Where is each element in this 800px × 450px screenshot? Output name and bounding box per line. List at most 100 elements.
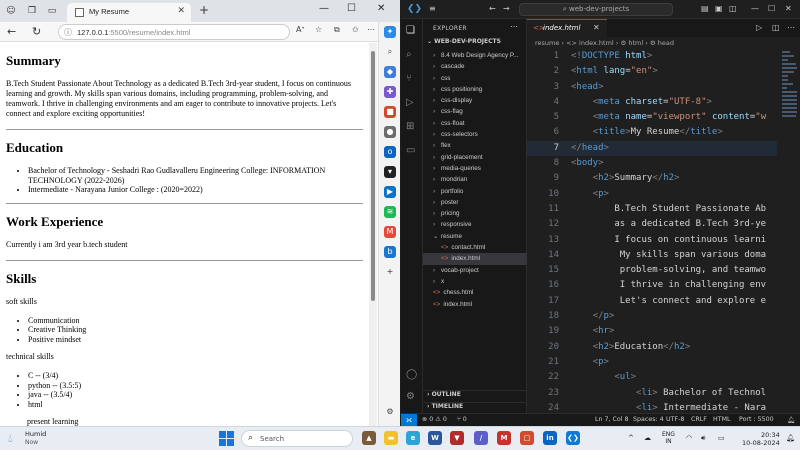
mcafee-icon[interactable]: M bbox=[497, 431, 511, 445]
tree-folder[interactable]: › css-float bbox=[423, 118, 527, 129]
workspaces-icon[interactable]: ❐ bbox=[26, 5, 38, 17]
timeline-section[interactable]: › TIMELINE bbox=[423, 402, 527, 413]
code-editor[interactable]: 1 <!DOCTYPE html> 2 <html lang="en"> 3 <hea… bbox=[527, 49, 777, 413]
drop-icon[interactable]: ▾ bbox=[384, 166, 396, 178]
new-tab-button[interactable]: + bbox=[199, 3, 209, 17]
language-mode[interactable]: HTML bbox=[713, 416, 731, 423]
close-window-icon[interactable]: ✕ bbox=[377, 3, 385, 14]
tree-file[interactable]: <> contact.html bbox=[423, 242, 527, 253]
file-explorer-icon[interactable]: ▬ bbox=[384, 431, 398, 445]
edge-browser-icon[interactable]: e bbox=[406, 431, 420, 445]
notifications-bell-icon[interactable]: 🔔︎ bbox=[786, 434, 795, 442]
tree-folder[interactable]: › responsive bbox=[423, 219, 527, 230]
tree-folder[interactable]: › cascade bbox=[423, 61, 527, 72]
minimize-icon[interactable]: — bbox=[751, 4, 759, 13]
run-icon[interactable]: ▷ bbox=[756, 23, 762, 32]
tree-folder[interactable]: › css-flag bbox=[423, 106, 527, 117]
maximize-icon[interactable]: ☐ bbox=[768, 4, 775, 13]
refresh-icon[interactable]: ↻ bbox=[32, 25, 41, 38]
shopping-icon[interactable]: ◆ bbox=[384, 66, 396, 78]
feedback-icon[interactable]: ▶ bbox=[384, 186, 396, 198]
games-icon[interactable]: ● bbox=[384, 126, 396, 138]
close-tab-icon[interactable]: ✕ bbox=[593, 23, 600, 32]
tree-folder[interactable]: › css-selectors bbox=[423, 129, 527, 140]
breadcrumb[interactable]: resume › <> index.html › ⚙ html › ⚙ head bbox=[535, 39, 674, 47]
outline-section[interactable]: › OUTLINE bbox=[423, 390, 527, 401]
add-app-icon[interactable]: + bbox=[384, 266, 396, 278]
tree-file[interactable]: <> index.html bbox=[423, 299, 527, 310]
manage-gear-icon[interactable]: ⚙ bbox=[406, 391, 415, 402]
minimap[interactable] bbox=[779, 49, 800, 413]
cursor-position[interactable]: Ln 7, Col 8 bbox=[595, 416, 629, 423]
tools-icon[interactable]: ✚ bbox=[384, 86, 396, 98]
tree-file[interactable]: <> chess.html bbox=[423, 287, 527, 298]
tree-folder-open[interactable]: ⌄ resume bbox=[423, 231, 527, 242]
tree-file-selected[interactable]: <> index.html bbox=[423, 253, 527, 265]
scrollbar-thumb[interactable] bbox=[371, 51, 375, 301]
input-language[interactable]: ENG IN bbox=[662, 431, 675, 445]
onedrive-icon[interactable]: ☁ bbox=[644, 434, 651, 442]
volume-icon[interactable]: 🔊︎ bbox=[701, 434, 705, 443]
vscode-taskbar-icon[interactable]: ❮❯ bbox=[566, 431, 580, 445]
tree-folder[interactable]: › mondrian bbox=[423, 174, 527, 185]
taskbar-search[interactable]: ⌕ Search bbox=[241, 430, 353, 447]
copilot-icon[interactable]: ✦ bbox=[384, 26, 396, 38]
word-icon[interactable]: W bbox=[428, 431, 442, 445]
remote-explorer-icon[interactable]: ▭ bbox=[406, 145, 415, 156]
account-icon[interactable]: ◯ bbox=[406, 369, 417, 380]
tree-folder[interactable]: › css bbox=[423, 73, 527, 84]
layout-icon[interactable]: ▤ bbox=[701, 4, 709, 13]
command-center-search[interactable]: ⌕ web-dev-projects bbox=[519, 3, 673, 16]
back-arrow-icon[interactable]: ← bbox=[489, 4, 496, 13]
back-icon[interactable]: ← bbox=[7, 25, 16, 38]
split-screen-icon[interactable]: ⧉ bbox=[334, 25, 340, 35]
tree-folder[interactable]: › portfolio bbox=[423, 186, 527, 197]
toggle-sidebar-icon[interactable]: ◫ bbox=[729, 4, 737, 13]
tab-actions-icon[interactable]: ▭ bbox=[46, 5, 58, 17]
start-button[interactable] bbox=[219, 431, 234, 446]
forward-arrow-icon[interactable]: → bbox=[503, 4, 510, 13]
site-info-icon[interactable]: ⓘ bbox=[64, 27, 72, 38]
office-icon[interactable]: □ bbox=[520, 431, 534, 445]
extensions-icon[interactable]: ⊞ bbox=[406, 121, 414, 132]
maximize-icon[interactable]: ☐ bbox=[347, 3, 356, 14]
outlook-icon[interactable]: o bbox=[384, 146, 396, 158]
powerpoint-icon[interactable]: ▼ bbox=[450, 431, 464, 445]
battery-icon[interactable]: ▭ bbox=[718, 434, 725, 442]
editor-tab-index-html[interactable]: <> index.html ✕ bbox=[527, 19, 607, 37]
more-actions-icon[interactable]: ⋯ bbox=[787, 23, 795, 32]
search-icon[interactable]: ⌕ bbox=[384, 46, 396, 58]
toggle-panel-icon[interactable]: ▣ bbox=[715, 4, 723, 13]
run-debug-icon[interactable]: ▷ bbox=[406, 97, 414, 108]
split-editor-icon[interactable]: ◫ bbox=[772, 23, 780, 32]
problems-status[interactable]: ⊗ 0 ⚠ 0 bbox=[422, 416, 447, 423]
ports-status[interactable]: ⑂ 0 bbox=[457, 416, 467, 423]
tree-folder[interactable]: › poster bbox=[423, 197, 527, 208]
taskbar-app-icon[interactable]: ▲ bbox=[362, 431, 376, 445]
project-folder-header[interactable]: ⌄ WEB-DEV-PROJECTS bbox=[423, 38, 527, 49]
tree-folder[interactable]: › grid-placement bbox=[423, 152, 527, 163]
teams-icon[interactable]: / bbox=[474, 431, 488, 445]
source-control-icon[interactable]: ⑂ bbox=[406, 73, 412, 84]
page-scrollbar[interactable] bbox=[369, 43, 377, 426]
tree-folder[interactable]: › css-display bbox=[423, 95, 527, 106]
settings-gear-icon[interactable]: ⚙ bbox=[384, 406, 396, 418]
linkedin-icon[interactable]: in bbox=[543, 431, 557, 445]
favorites-icon[interactable]: ✩ bbox=[352, 25, 359, 34]
more-actions-icon[interactable]: ⋯ bbox=[510, 22, 518, 31]
spotify-icon[interactable]: ≋ bbox=[384, 206, 396, 218]
tray-chevron-up-icon[interactable]: ^ bbox=[628, 434, 634, 442]
menu-icon[interactable]: ≡ bbox=[429, 4, 436, 13]
close-tab-icon[interactable]: ✕ bbox=[177, 6, 185, 16]
explorer-icon[interactable]: ❏ bbox=[406, 25, 415, 36]
live-server-port[interactable]: Port : 5500 bbox=[739, 416, 774, 423]
eol-status[interactable]: CRLF bbox=[691, 416, 707, 423]
office-icon[interactable]: ■ bbox=[384, 106, 396, 118]
profile-icon[interactable]: ☺ bbox=[5, 5, 17, 17]
indentation-status[interactable]: Spaces: 4 bbox=[633, 416, 664, 423]
tree-folder[interactable]: › 8.4 Web Design Agency P... bbox=[423, 50, 527, 61]
tree-folder[interactable]: › media-queries bbox=[423, 163, 527, 174]
browser-tab-my-resume[interactable]: My Resume ✕ bbox=[67, 3, 191, 22]
notifications-bell-icon[interactable]: 🔔︎ bbox=[787, 416, 795, 424]
tree-folder[interactable]: › pricing bbox=[423, 208, 527, 219]
